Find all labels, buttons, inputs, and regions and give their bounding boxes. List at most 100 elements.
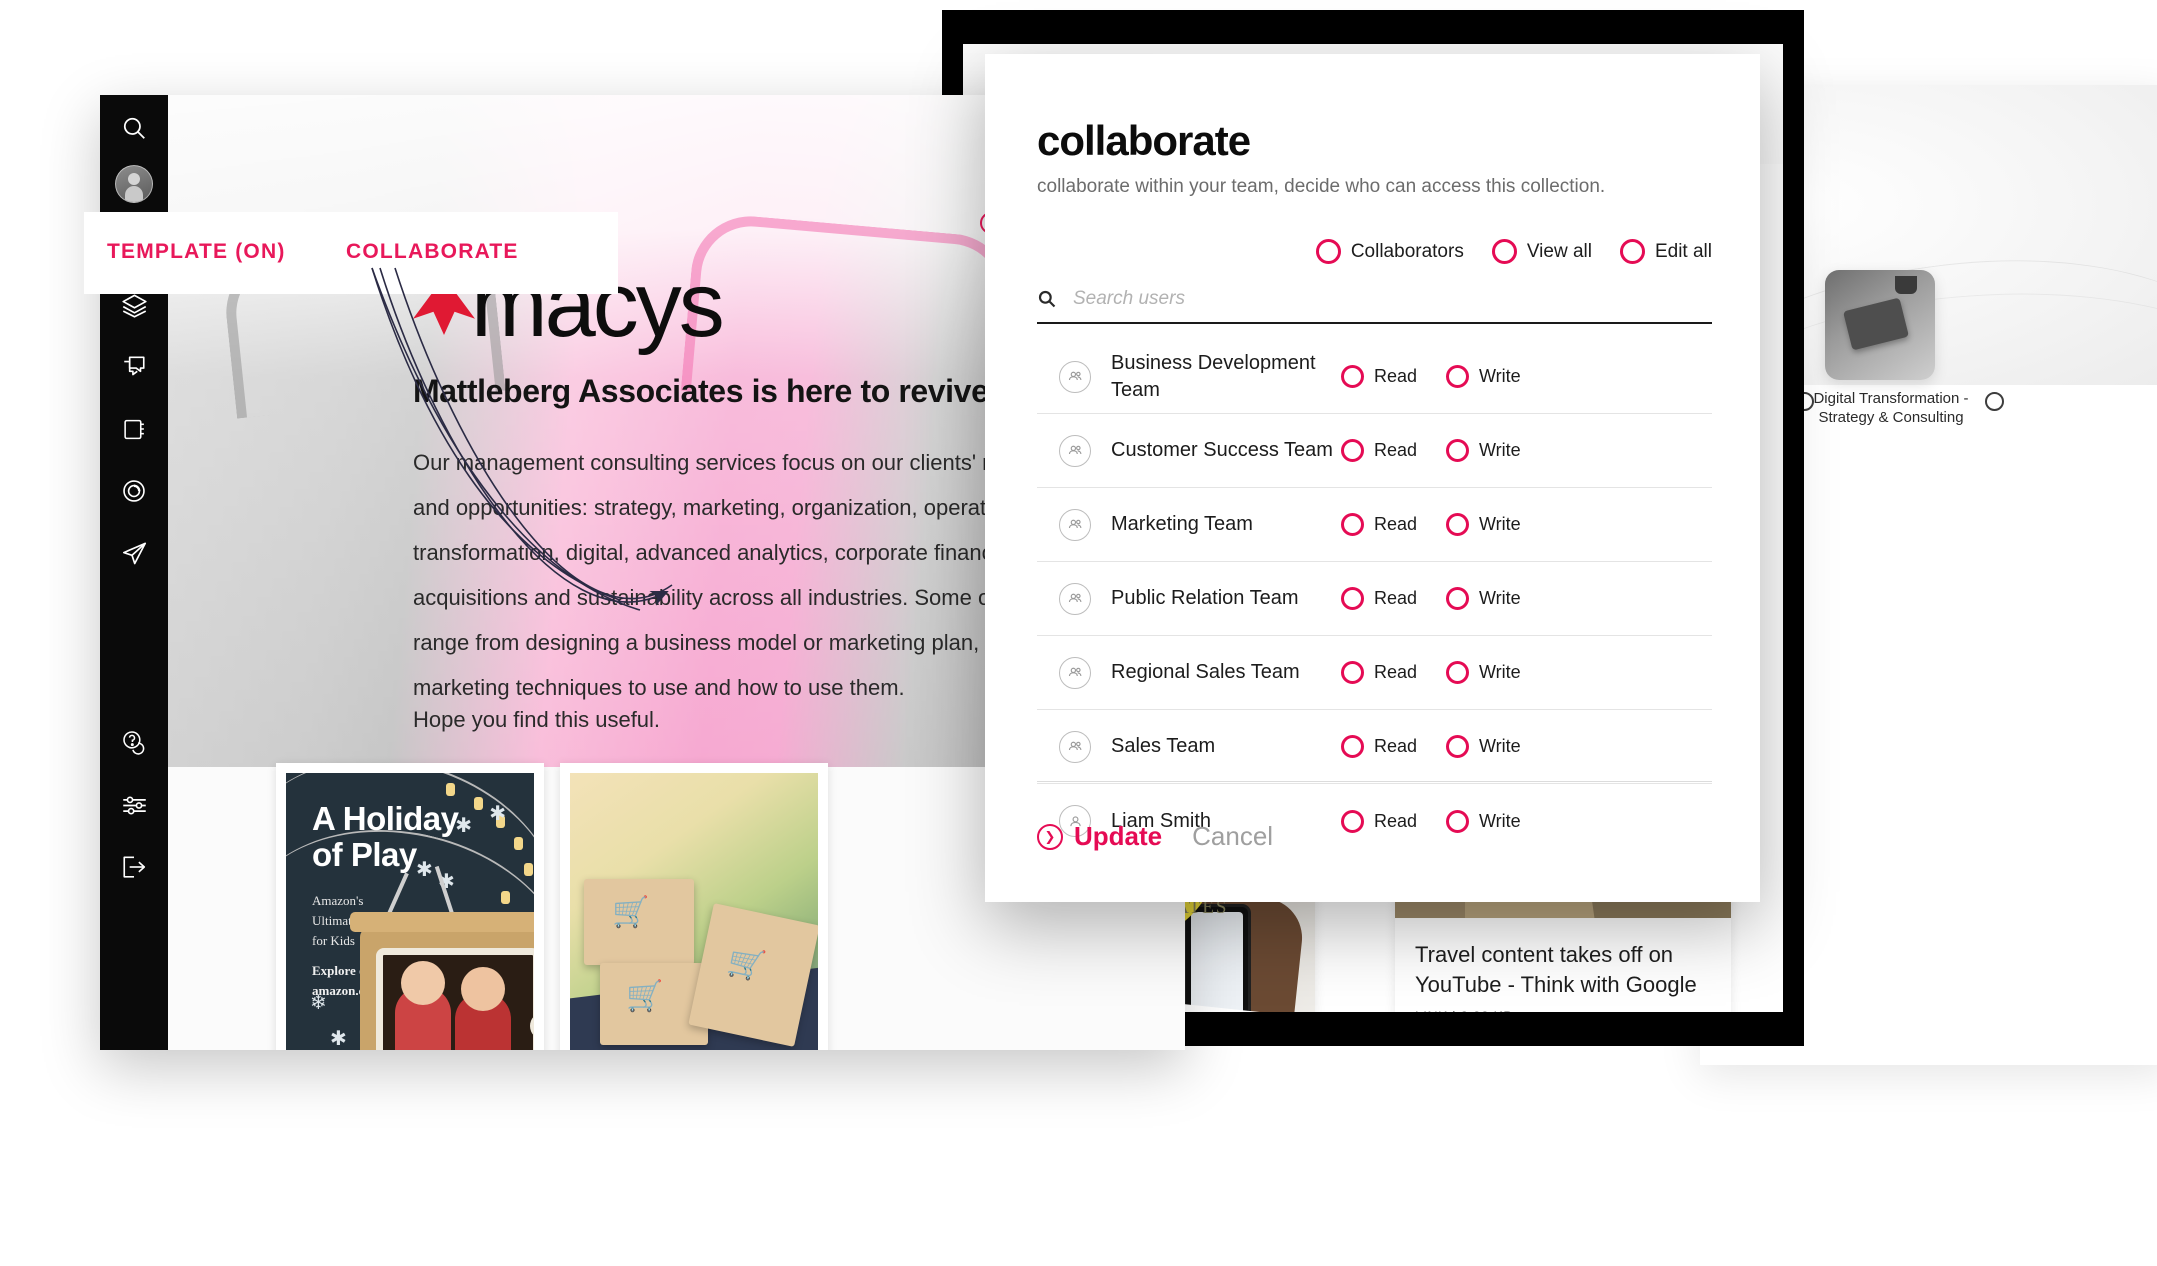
read-permission[interactable]: Read [1341,587,1446,610]
table-row[interactable]: Customer Success Team Read Write [1037,414,1712,488]
read-permission[interactable]: Read [1341,439,1446,462]
write-label: Write [1479,514,1521,534]
permission-group: Read Write [1341,513,1551,536]
table-row[interactable]: Regional Sales Team Read Write [1037,636,1712,710]
read-label: Read [1374,662,1418,682]
filter-edit-all[interactable]: Edit all [1619,239,1712,264]
read-permission[interactable]: Read [1341,365,1446,388]
permission-group: Read Write [1341,365,1551,388]
radio-icon[interactable] [1341,365,1364,388]
update-button[interactable]: ❯ Update [1037,821,1162,852]
poster-thumbnail: ✱ ✱ ✱ ✱ ❄ ✱ ❄ A Holidayof Play Amazon'sU… [286,773,534,1050]
poster-title: A Holiday of Play [312,800,459,873]
write-permission[interactable]: Write [1446,439,1551,462]
radio-icon[interactable] [1446,587,1469,610]
callout-collaborate-label: COLLABORATE [346,240,519,263]
write-permission[interactable]: Write [1446,661,1551,684]
radio-icon[interactable] [1341,735,1364,758]
settings-sliders-icon[interactable] [117,788,151,822]
radio-icon[interactable] [1341,439,1364,462]
ghost-select-radio[interactable] [1985,392,2004,411]
chat-icon[interactable] [117,350,151,384]
read-permission[interactable]: Read [1341,735,1446,758]
user-name: Business Development Team [1111,352,1316,401]
read-label: Read [1374,736,1418,756]
filter-label: Collaborators [1350,240,1464,262]
read-permission[interactable]: Read [1341,513,1446,536]
radio-icon[interactable] [1446,439,1469,462]
write-label: Write [1479,588,1521,608]
radio-icon[interactable] [1341,513,1364,536]
gallery-card-boxes[interactable]: 🛒 🛒 🛒 [560,763,828,1050]
radio-icon[interactable] [1341,661,1364,684]
logout-icon[interactable] [117,850,151,884]
radio-icon[interactable] [1446,661,1469,684]
team-avatar-icon [1059,656,1091,689]
filter-label: View all [1526,240,1592,262]
search-input[interactable] [1071,287,1712,311]
read-label: Read [1374,440,1418,460]
avatar[interactable] [115,165,153,203]
user-name: Marketing Team [1111,513,1253,536]
modal-filters: Collaborators View all Edit all [1315,239,1712,264]
modal-footer: ❯ Update Cancel [1037,781,1712,856]
ghost-thumb-item-1[interactable]: Digital Transformation - Strategy & Cons… [1811,260,2004,428]
team-avatar-icon [1059,730,1091,763]
modal-title: collaborate [1037,117,1251,164]
radio-icon[interactable] [1619,239,1645,264]
ghost-thumb-label: Digital Transformation - Strategy & Cons… [1813,390,1969,426]
filter-view-all[interactable]: View all [1491,239,1592,264]
radio-icon[interactable] [1446,365,1469,388]
team-avatar-icon [1059,434,1091,467]
search-icon [1037,289,1057,309]
page-closing-text: Hope you find this useful. [413,707,661,732]
team-avatar-icon [1059,360,1091,393]
permission-group: Read Write [1341,661,1551,684]
search-users-field[interactable] [1037,276,1712,324]
read-label: Read [1374,514,1418,534]
radio-icon[interactable] [1446,735,1469,758]
help-icon[interactable] [117,725,151,759]
cancel-button[interactable]: Cancel [1192,821,1273,852]
read-permission[interactable]: Read [1341,661,1446,684]
callout-box: TEMPLATE (ON) COLLABORATE [84,212,618,294]
modal-subtitle: collaborate within your team, decide who… [1037,176,1606,197]
team-avatar-icon [1059,508,1091,541]
write-permission[interactable]: Write [1446,513,1551,536]
send-icon[interactable] [117,536,151,570]
update-label: Update [1074,821,1163,851]
radio-icon[interactable] [1491,239,1517,264]
user-name: Sales Team [1111,735,1216,758]
callout-template-label: TEMPLATE (ON) [107,240,286,263]
boxes-thumbnail: 🛒 🛒 🛒 [570,773,818,1050]
user-name: Regional Sales Team [1111,661,1300,684]
radio-icon[interactable] [1315,239,1341,264]
user-name: Customer Success Team [1111,439,1333,462]
write-label: Write [1479,440,1521,460]
chevron-right-icon: ❯ [1037,823,1063,850]
permission-group: Read Write [1341,735,1551,758]
gallery-card-holiday[interactable]: ✱ ✱ ✱ ✱ ❄ ✱ ❄ A Holidayof Play Amazon'sU… [276,763,544,1050]
table-row[interactable]: Public Relation Team Read Write [1037,562,1712,636]
permission-group: Read Write [1341,439,1551,462]
table-row[interactable]: Sales Team Read Write [1037,710,1712,784]
table-row[interactable]: Marketing Team Read Write [1037,488,1712,562]
record-icon[interactable] [117,474,151,508]
user-name: Public Relation Team [1111,587,1299,610]
table-row[interactable]: Business Development Team Read Write [1037,340,1712,414]
card-title: Travel content takes off on YouTube - Th… [1415,942,1697,997]
card-meta: LINK | 0.00 KB [1415,1008,1713,1012]
filter-collaborators[interactable]: Collaborators [1315,239,1464,264]
write-label: Write [1479,736,1521,756]
digital-transformation-thumbnail[interactable] [1825,270,1935,380]
write-permission[interactable]: Write [1446,365,1551,388]
write-permission[interactable]: Write [1446,587,1551,610]
radio-icon[interactable] [1446,513,1469,536]
radio-icon[interactable] [1341,587,1364,610]
write-permission[interactable]: Write [1446,735,1551,758]
book-icon[interactable] [117,412,151,446]
search-icon[interactable] [117,111,151,145]
write-label: Write [1479,662,1521,682]
read-label: Read [1374,588,1418,608]
team-avatar-icon [1059,582,1091,615]
